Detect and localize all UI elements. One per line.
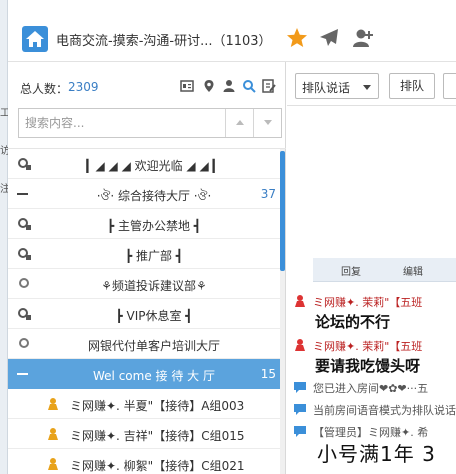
collapse-icon[interactable] — [17, 373, 28, 375]
channel-panel: 总人数： 2309 ▎◢ ◢ ◢ 欢迎光临 ◢ ◢ ▎ ·ঔ· 综合接待大厅 — [8, 62, 286, 474]
location-pin-icon[interactable] — [202, 79, 216, 93]
member-name: ミ网赚✦. 柳絮"【接待】C组021 — [70, 459, 245, 473]
member-badge-icon — [293, 338, 307, 352]
system-message: 当前房间语音模式为排队说话 — [293, 402, 456, 418]
channel-row[interactable]: ┣ 推广部 ┫ — [8, 239, 282, 269]
embedded-image-strip: 回复 编辑 — [313, 258, 456, 282]
message-sender: ミ网赚✦. 茉莉"【五班 — [313, 340, 423, 353]
id-card-icon[interactable] — [180, 79, 194, 93]
tree-scrollbar-thumb[interactable] — [280, 151, 285, 271]
receptionist-badge-icon — [46, 427, 60, 441]
member-row[interactable]: ミ网赚✦. 柳絮"【接待】C组021 — [8, 449, 282, 474]
channel-row[interactable]: ┣ VIP休息室 ┫ — [8, 299, 282, 329]
channel-name: ⚘频道投诉建议部⚘ — [101, 279, 207, 293]
reply-label: 回复 — [341, 267, 361, 278]
channel-name: 网银代付单客户培训大厅 — [87, 339, 220, 353]
edit-label: 编辑 — [403, 267, 423, 278]
system-message: 您已进入房间❤✿❤···五 — [293, 380, 456, 396]
speech-bubble-icon — [293, 424, 307, 438]
search-box — [18, 108, 282, 138]
add-user-icon[interactable] — [352, 27, 374, 49]
channel-row[interactable]: ·ঔ· 综合接待大厅 ·ঔ· 37 — [8, 179, 282, 209]
window-title: 电商交流-摸索-沟通-研讨...（1103） — [56, 34, 272, 49]
speech-bubble-icon — [293, 402, 307, 416]
user-icon[interactable] — [222, 79, 236, 93]
total-users-label: 总人数： — [20, 82, 69, 96]
title-bar: 电商交流-摸索-沟通-研讨...（1103） — [8, 0, 456, 62]
channel-user-count: 37 — [260, 187, 276, 201]
chat-large-text: 小号满1年 3 — [317, 442, 436, 466]
channel-row[interactable]: ▎◢ ◢ ◢ 欢迎光临 ◢ ◢ ▎ — [8, 149, 282, 179]
search-prev-button[interactable] — [225, 109, 253, 137]
locked-channel-icon — [18, 307, 32, 321]
bg-fragment: 访 — [0, 146, 8, 157]
extra-control-button[interactable] — [443, 73, 456, 99]
background-window-strip: 工 访 注 — [0, 0, 8, 474]
search-input[interactable] — [19, 109, 219, 137]
member-name: ミ网赚✦. 吉祥"【接待】C组015 — [70, 429, 245, 443]
chevron-down-icon — [363, 85, 371, 90]
speak-mode-dropdown[interactable]: 排队说话 — [295, 73, 379, 99]
member-name: ミ网赚✦. 半夏"【接待】A组003 — [70, 399, 245, 413]
locked-channel-icon — [18, 217, 32, 231]
channel-icon — [19, 338, 29, 348]
bg-fragment: 注 — [0, 184, 8, 195]
receptionist-badge-icon — [46, 397, 60, 411]
total-users-count: 2309 — [68, 80, 99, 94]
message-text: 要请我吃馒头呀 — [315, 357, 421, 375]
locked-channel-icon — [18, 157, 32, 171]
chat-log: 回复 编辑 ミ网赚✦. 茉莉"【五班 论坛的不行 ミ网赚✦. 茉莉"【五班 要请… — [287, 106, 456, 474]
channel-name: ·ঔ· 综合接待大厅 ·ঔ· — [96, 189, 212, 203]
channel-name: ┣ VIP休息室 ┫ — [115, 309, 193, 323]
channel-row[interactable]: 网银代付单客户培训大厅 — [8, 329, 282, 359]
channel-name: Wel come 接 待 大 厅 — [93, 369, 215, 383]
edit-note-icon[interactable] — [262, 79, 276, 93]
receptionist-badge-icon — [46, 457, 60, 471]
star-icon[interactable] — [286, 27, 308, 49]
channel-tree: ▎◢ ◢ ◢ 欢迎光临 ◢ ◢ ▎ ·ঔ· 综合接待大厅 ·ঔ· 37 ┣ 主管… — [8, 148, 286, 474]
collapse-icon[interactable] — [17, 193, 28, 195]
home-icon — [22, 26, 48, 52]
voice-controls: 排队说话 排队 — [287, 62, 456, 106]
speak-mode-value: 排队说话 — [302, 81, 351, 95]
channel-name: ┣ 主管办公禁地 ┫ — [106, 219, 202, 233]
plane-icon[interactable] — [318, 27, 340, 49]
channel-user-count: 15 — [260, 367, 276, 381]
message-sender: ミ网赚✦. 茉莉"【五班 — [313, 296, 423, 309]
channel-row[interactable]: ┣ 主管办公禁地 ┫ — [8, 209, 282, 239]
member-row[interactable]: ミ网赚✦. 半夏"【接待】A组003 — [8, 389, 282, 419]
chat-message: ミ网赚✦. 茉莉"【五班 要请我吃馒头呀 — [293, 338, 456, 376]
member-badge-icon — [293, 294, 307, 308]
queue-button[interactable]: 排队 — [389, 73, 435, 99]
system-text: 您已进入房间❤✿❤···五 — [313, 382, 429, 395]
channel-row[interactable]: ⚘频道投诉建议部⚘ — [8, 269, 282, 299]
chat-panel: 排队说话 排队 回复 编辑 ミ网赚✦. 茉莉"【五班 论坛的不行 ミ网赚✦. 茉… — [287, 62, 456, 474]
channel-name: ┣ 推广部 ┫ — [124, 249, 184, 263]
member-row[interactable]: ミ网赚✦. 吉祥"【接待】C组015 — [8, 419, 282, 449]
channel-icon — [19, 278, 29, 288]
search-icon[interactable] — [242, 79, 256, 93]
chat-message: ミ网赚✦. 茉莉"【五班 论坛的不行 — [293, 294, 456, 332]
bg-fragment: 工 — [0, 108, 8, 119]
message-text: 论坛的不行 — [315, 313, 391, 331]
speech-bubble-icon — [293, 380, 307, 394]
stats-bar: 总人数： 2309 — [8, 62, 286, 106]
channel-row-selected[interactable]: Wel come 接 待 大 厅 15 — [8, 359, 282, 389]
system-text: 当前房间语音模式为排队说话 — [313, 404, 456, 417]
channel-name: ▎◢ ◢ ◢ 欢迎光临 ◢ ◢ ▎ — [86, 159, 222, 173]
search-next-button[interactable] — [253, 109, 281, 137]
locked-channel-icon — [18, 247, 32, 261]
